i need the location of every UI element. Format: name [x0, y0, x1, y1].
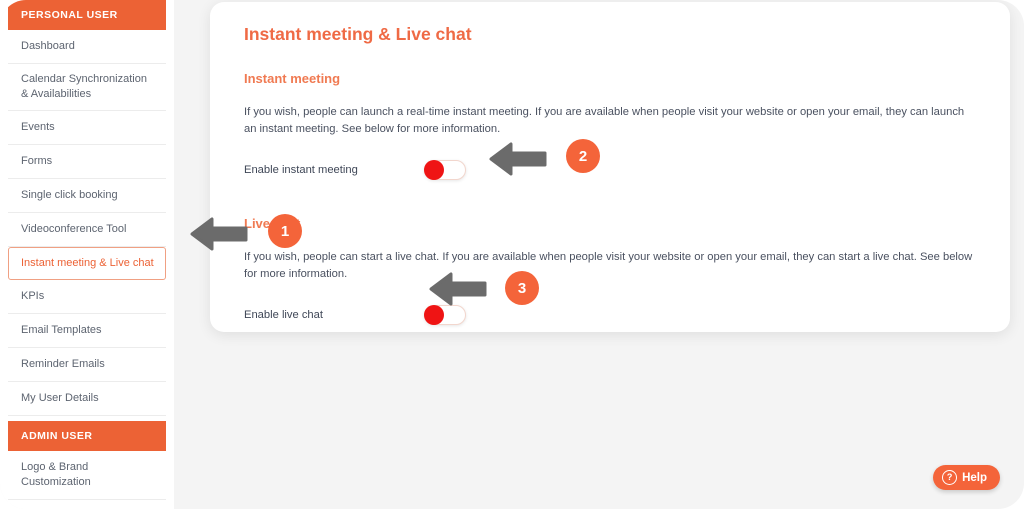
sidebar: PERSONAL USER Dashboard Calendar Synchro…: [0, 0, 174, 509]
sidebar-item-forms[interactable]: Forms: [8, 145, 166, 179]
sidebar-item-events[interactable]: Events: [8, 111, 166, 145]
annotation-badge-2: 2: [566, 139, 600, 173]
sidebar-item-instant-meeting-live-chat[interactable]: Instant meeting & Live chat: [8, 247, 166, 280]
annotation-arrow-left-icon-1: [188, 214, 250, 254]
sidebar-item-single-click-booking[interactable]: Single click booking: [8, 179, 166, 213]
instant-meeting-description: If you wish, people can launch a real-ti…: [244, 106, 965, 135]
main-content-card: Instant meeting & Live chat Instant meet…: [210, 2, 1010, 332]
sidebar-item-reminder-emails[interactable]: Reminder Emails: [8, 348, 166, 382]
app-screen: PERSONAL USER Dashboard Calendar Synchro…: [0, 0, 1024, 509]
sidebar-item-license-management[interactable]: License Management & Administrator Detai…: [8, 500, 166, 509]
live-chat-toggle-label: Enable live chat: [244, 309, 323, 321]
instant-meeting-toggle-row: Enable instant meeting: [244, 160, 978, 180]
sidebar-item-kpis[interactable]: KPIs: [8, 280, 166, 314]
sidebar-section-header-personal-user: PERSONAL USER: [8, 0, 166, 30]
help-button-label: Help: [962, 471, 987, 484]
page-title: Instant meeting & Live chat: [244, 24, 472, 44]
sidebar-section-header-admin-user: ADMIN USER: [8, 421, 166, 451]
instant-meeting-toggle-label: Enable instant meeting: [244, 164, 358, 176]
sidebar-item-calendar-synchronization[interactable]: Calendar Synchronization & Availabilitie…: [8, 64, 166, 111]
annotation-arrow-left-icon-3: [427, 269, 489, 309]
sidebar-item-videoconference-tool[interactable]: Videoconference Tool: [8, 213, 166, 247]
live-chat-description: If you wish, people can start a live cha…: [244, 251, 973, 280]
annotation-arrow-left-icon-2: [487, 139, 549, 179]
sidebar-item-my-user-details[interactable]: My User Details: [8, 382, 166, 416]
annotation-badge-3: 3: [505, 271, 539, 305]
enable-instant-meeting-toggle[interactable]: [424, 160, 466, 180]
card-inner: Instant meeting & Live chat Instant meet…: [210, 2, 1010, 325]
question-mark-icon: ?: [942, 470, 958, 485]
live-chat-toggle-row: Enable live chat: [244, 305, 978, 325]
annotation-badge-1: 1: [268, 214, 302, 248]
help-button[interactable]: ? Help: [933, 465, 1000, 490]
sidebar-item-email-templates[interactable]: Email Templates: [8, 314, 166, 348]
section-heading-instant-meeting: Instant meeting: [244, 71, 341, 86]
sidebar-item-dashboard[interactable]: Dashboard: [8, 30, 166, 64]
section-heading-live-chat: Live chat: [244, 216, 300, 231]
sidebar-item-logo-brand-customization[interactable]: Logo & Brand Customization: [8, 451, 166, 500]
toggle-knob: [424, 160, 444, 180]
